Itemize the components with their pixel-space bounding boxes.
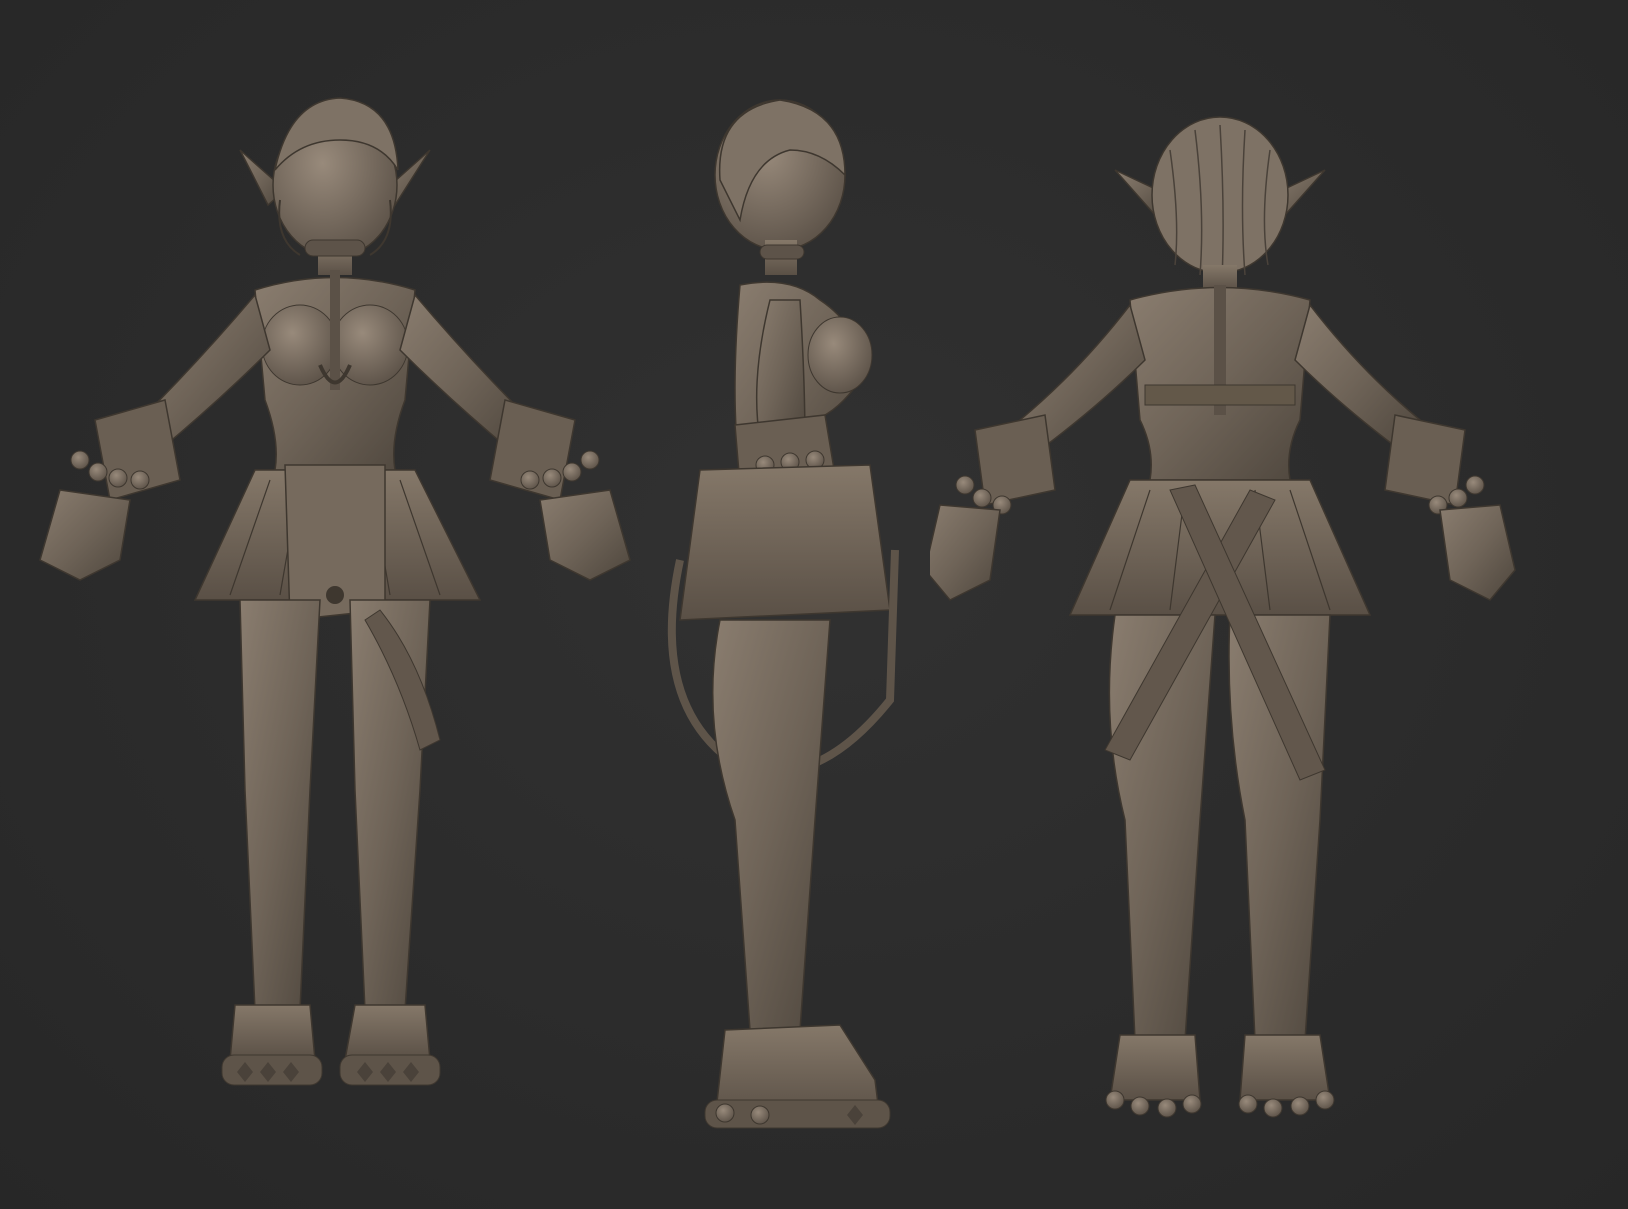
sculpt-canvas bbox=[0, 0, 1628, 1209]
figure-side-view bbox=[640, 0, 970, 1209]
figure-side bbox=[667, 99, 899, 1129]
figure-front-view bbox=[0, 0, 700, 1209]
figure-back bbox=[930, 116, 1516, 1118]
figure-front bbox=[39, 97, 631, 1086]
figure-back-view bbox=[930, 0, 1628, 1209]
